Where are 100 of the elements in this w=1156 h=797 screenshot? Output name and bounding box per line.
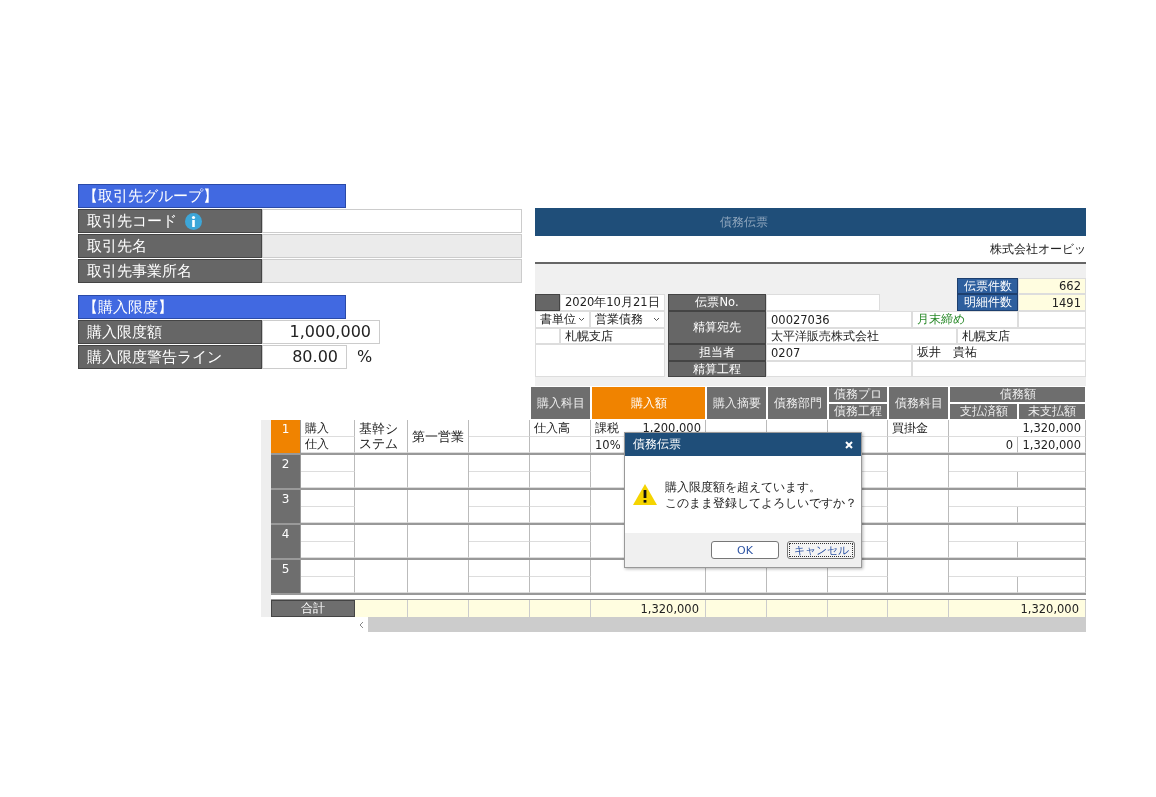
debt-select[interactable]: 営業債務 <box>590 311 665 328</box>
field-label: 購入限度額 <box>78 320 262 344</box>
field-value <box>1018 311 1086 328</box>
table-cell <box>888 490 949 523</box>
row-number[interactable]: 1 <box>271 420 301 453</box>
table-cell <box>301 472 355 488</box>
field-value: 札幌支店 <box>957 328 1086 344</box>
field-label <box>535 294 560 311</box>
table-cell: 第一営業 <box>408 420 469 453</box>
table-cell <box>469 507 530 523</box>
table-cell <box>469 455 530 472</box>
column-header[interactable]: 債務工程 <box>828 403 888 420</box>
count-label: 明細件数 <box>957 294 1018 311</box>
field-label: 精算宛先 <box>668 311 766 344</box>
total-label: 合計 <box>271 600 355 617</box>
table-cell <box>469 420 530 437</box>
count-label: 伝票件数 <box>957 278 1018 294</box>
caret-icon <box>578 317 585 322</box>
table-cell <box>888 560 949 593</box>
date-field[interactable]: 2020年10月21日 <box>560 294 665 311</box>
total-cell: 1,320,000 <box>591 600 706 617</box>
total-cell <box>355 600 408 617</box>
table-cell <box>530 525 591 542</box>
table-cell: 購入 <box>301 420 355 437</box>
section-title: 【取引先グループ】 <box>78 184 346 208</box>
table-cell <box>949 577 1018 593</box>
caret-icon <box>653 317 660 322</box>
table-cell <box>1018 507 1086 523</box>
close-icon[interactable] <box>845 440 853 449</box>
table-cell <box>469 577 530 593</box>
table-cell <box>1018 542 1086 558</box>
window-title: 債務伝票 <box>720 213 768 231</box>
table-cell <box>888 455 949 488</box>
info-icon[interactable] <box>185 212 202 230</box>
table-cell <box>530 560 591 577</box>
field-value: 太平洋販売株式会社 <box>766 328 957 344</box>
column-header[interactable]: 購入科目 <box>530 386 591 420</box>
field-label-text: 取引先事業所名 <box>87 261 192 281</box>
table-cell <box>355 490 408 523</box>
table-cell <box>1018 577 1086 593</box>
row-number[interactable]: 2 <box>271 455 301 488</box>
table-cell <box>469 472 530 488</box>
warning-icon <box>633 484 657 505</box>
table-cell <box>355 455 408 488</box>
total-cell <box>888 600 949 617</box>
table-cell <box>530 455 591 472</box>
field-label: 購入限度警告ライン <box>78 345 262 369</box>
table-cell: 1,320,000 <box>1018 437 1086 453</box>
input-field[interactable]: 80.00 <box>262 345 347 369</box>
total-cell <box>828 600 888 617</box>
table-cell: 仕入 <box>301 437 355 453</box>
field-label-text: 取引先名 <box>87 236 147 256</box>
column-group-header: 債務額 <box>949 386 1086 403</box>
column-header[interactable]: 債務部門 <box>767 386 828 420</box>
row-number[interactable]: 4 <box>271 525 301 558</box>
column-header[interactable]: 購入摘要 <box>706 386 767 420</box>
dialog-button[interactable]: OK <box>711 541 779 559</box>
amount-text: 1,200,000 <box>642 421 701 435</box>
column-header[interactable]: 債務科目 <box>888 386 949 420</box>
dialog-button[interactable]: キャンセル <box>787 541 855 559</box>
field-value: 月末締め <box>912 311 1018 328</box>
input-field[interactable] <box>262 209 522 233</box>
table-cell: 仕入高 <box>530 420 591 437</box>
field-label-text: 取引先コード <box>87 211 177 231</box>
table-cell: 0 <box>949 437 1018 453</box>
total-cell <box>706 600 767 617</box>
row-number[interactable]: 5 <box>271 560 301 593</box>
total-cell: 1,320,000 <box>949 600 1086 617</box>
table-cell <box>1018 472 1086 488</box>
tax-label: 課税 <box>595 420 619 436</box>
total-cell <box>530 600 591 617</box>
table-cell <box>949 507 1018 523</box>
dialog-title: 債務伝票 <box>633 437 681 452</box>
table-cell <box>301 507 355 523</box>
column-header[interactable]: 未支払額 <box>1018 403 1086 420</box>
column-header[interactable]: 購入額 <box>591 386 706 420</box>
row-number[interactable]: 3 <box>271 490 301 523</box>
unit-label: % <box>357 346 373 368</box>
table-cell <box>355 560 408 593</box>
column-header[interactable]: 債務プロ <box>828 386 888 403</box>
field-label: 伝票No. <box>668 294 766 311</box>
scroll-left-icon[interactable] <box>359 620 364 629</box>
table-cell <box>530 577 591 593</box>
unit-select[interactable]: 書単位 <box>535 311 590 328</box>
table-cell <box>530 490 591 507</box>
count-value: 662 <box>1018 278 1086 294</box>
table-cell <box>828 577 888 593</box>
input-field[interactable] <box>766 294 880 311</box>
column-header[interactable]: 支払済額 <box>949 403 1018 420</box>
table-cell <box>301 542 355 558</box>
table-cell <box>301 525 355 542</box>
table-cell <box>301 455 355 472</box>
input-field[interactable]: 1,000,000 <box>262 320 380 344</box>
table-cell <box>301 577 355 593</box>
scrollbar[interactable] <box>368 617 1086 632</box>
table-cell <box>888 525 949 558</box>
table-cell: 買掛金 <box>888 420 949 437</box>
field-value: 00027036 <box>766 311 912 328</box>
total-cell <box>767 600 828 617</box>
company-name: 株式会社オービッ <box>990 240 1086 258</box>
